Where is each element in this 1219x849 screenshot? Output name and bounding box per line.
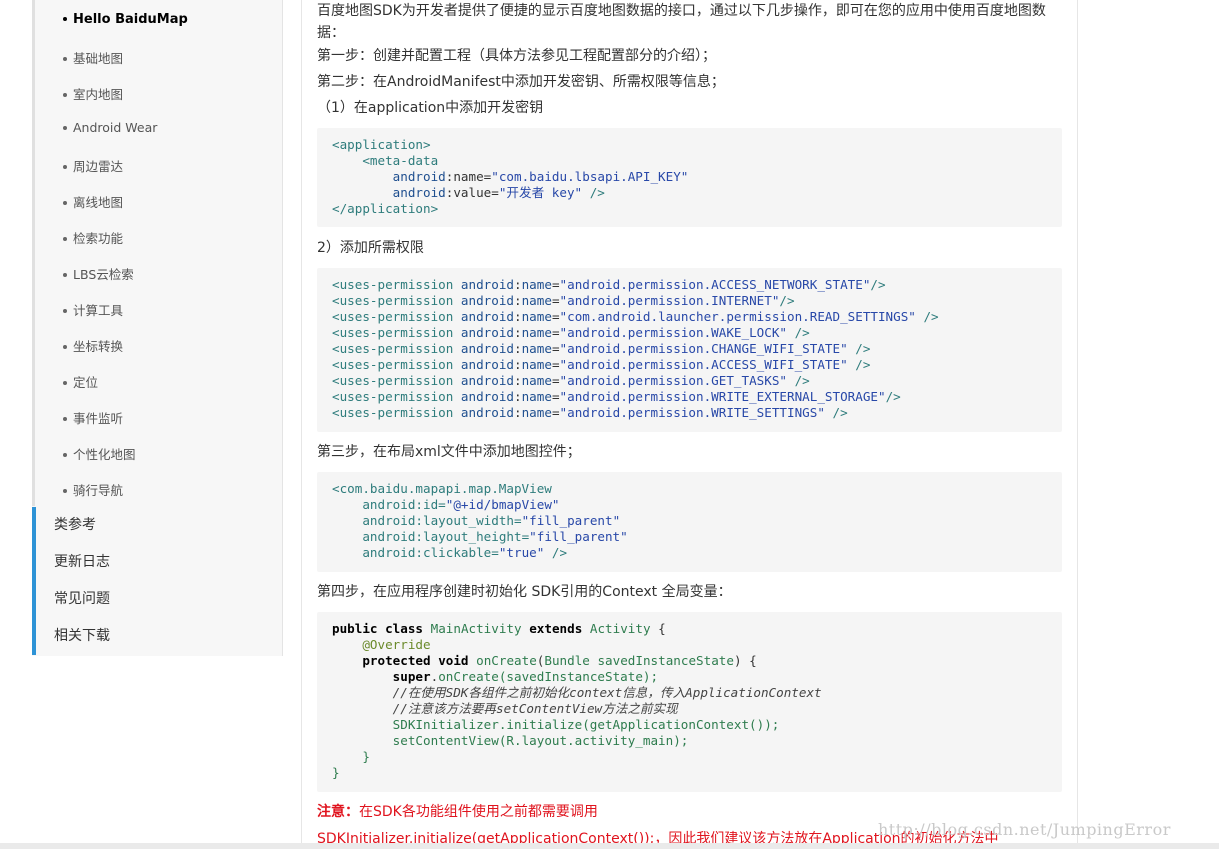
code-line: <uses-permission android:name="android.p… <box>332 405 848 420</box>
sidebar-item-downloads[interactable]: 相关下载 <box>32 618 282 655</box>
code-line: </application> <box>332 201 439 216</box>
code-line: @Override <box>362 637 431 652</box>
sidebar-item-custom-map[interactable]: 个性化地图 <box>63 444 136 463</box>
code-line: public class MainActivity extends Activi… <box>332 621 666 636</box>
sidebar-nav: Hello BaiduMap 基础地图 室内地图 Android Wear 周边… <box>32 0 283 656</box>
bullet-icon <box>63 272 67 277</box>
watermark: http://blog.csdn.net/JumpingError <box>878 820 1171 839</box>
bullet-icon <box>63 16 67 21</box>
code-line: setContentView(R.layout.activity_main); <box>392 733 689 748</box>
sidebar-item-hello-baidumap[interactable]: Hello BaiduMap <box>63 12 188 27</box>
sidebar-item-offline-map[interactable]: 离线地图 <box>63 192 123 211</box>
code-line: <uses-permission android:name="com.andro… <box>332 309 939 324</box>
bullet-icon <box>63 344 67 349</box>
sidebar-item-cycling-nav[interactable]: 骑行导航 <box>63 480 123 499</box>
step2-2-text: 2）添加所需权限 <box>317 240 424 256</box>
bullet-icon <box>63 308 67 313</box>
step4-text: 第四步，在应用程序创建时初始化 SDK引用的Context 全局变量： <box>317 584 732 600</box>
sidebar-item-class-ref[interactable]: 类参考 <box>32 507 282 544</box>
code-line: <uses-permission android:name="android.p… <box>332 325 810 340</box>
code-line: <uses-permission android:name="android.p… <box>332 373 810 388</box>
code-line: SDKInitializer.initialize(getApplication… <box>392 717 780 732</box>
step2-1-text: （1）在application中添加开发密钥 <box>317 100 544 116</box>
note-body: 在SDK各功能组件使用之前都需要调用 <box>359 804 598 820</box>
bullet-icon <box>63 125 67 130</box>
sidebar-item-faq[interactable]: 常见问题 <box>32 581 282 618</box>
bullet-icon <box>63 200 67 205</box>
content-left-border <box>301 0 302 849</box>
sidebar-item-calc-tools[interactable]: 计算工具 <box>63 300 123 319</box>
code-line: protected void onCreate(Bundle savedInst… <box>362 653 757 668</box>
sidebar-item-indoor-map[interactable]: 室内地图 <box>63 84 123 103</box>
code-line: android:layout_height="fill_parent" <box>362 529 628 544</box>
code-line: <com.baidu.mapapi.map.MapView <box>332 481 552 496</box>
bullet-icon <box>63 92 67 97</box>
code-block-mapview: <com.baidu.mapapi.map.MapView android:id… <box>317 472 1062 572</box>
sidebar-item-android-wear[interactable]: Android Wear <box>63 120 157 135</box>
code-line: <uses-permission android:name="android.p… <box>332 277 886 292</box>
bullet-icon <box>63 380 67 385</box>
code-line: } <box>362 749 370 764</box>
bullet-icon <box>63 236 67 241</box>
sidebar-item-location[interactable]: 定位 <box>63 372 98 391</box>
horizontal-scrollbar[interactable] <box>0 843 1219 849</box>
code-line: <uses-permission android:name="android.p… <box>332 357 871 372</box>
bullet-icon <box>63 488 67 493</box>
bullet-icon <box>63 416 67 421</box>
code-line: <meta-data <box>362 153 439 168</box>
bullet-icon <box>63 56 67 61</box>
code-line: <uses-permission android:name="android.p… <box>332 389 901 404</box>
intro-text: 百度地图SDK为开发者提供了便捷的显示百度地图数据的接口，通过以下几步操作，即可… <box>317 3 1046 41</box>
note-label: 注意： <box>317 804 359 820</box>
sidebar-item-coord-convert[interactable]: 坐标转换 <box>63 336 123 355</box>
code-line: <uses-permission android:name="android.p… <box>332 293 795 308</box>
step3-text: 第三步，在布局xml文件中添加地图控件； <box>317 444 581 460</box>
sub-nav-list: Hello BaiduMap 基础地图 室内地图 Android Wear 周边… <box>32 0 282 506</box>
code-line: android:clickable="true" /> <box>362 545 568 560</box>
bullet-icon <box>63 164 67 169</box>
code-line: android:name="com.baidu.lbsapi.API_KEY" <box>392 169 689 184</box>
code-line: android:value="开发者 key" /> <box>392 185 605 200</box>
code-block-permissions: <uses-permission android:name="android.p… <box>317 268 1062 432</box>
sidebar-item-changelog[interactable]: 更新日志 <box>32 544 282 581</box>
sidebar-item-lbs-cloud[interactable]: LBS云检索 <box>63 264 134 283</box>
code-block-activity: public class MainActivity extends Activi… <box>317 612 1062 792</box>
code-line: } <box>332 765 340 780</box>
code-line: super.onCreate(savedInstanceState); <box>392 669 659 684</box>
content-right-border <box>1077 0 1078 849</box>
sidebar-item-basic-map[interactable]: 基础地图 <box>63 48 123 67</box>
code-line: android:layout_width="fill_parent" <box>362 513 621 528</box>
code-line: android:id="@+id/bmapView" <box>362 497 560 512</box>
sidebar-item-search[interactable]: 检索功能 <box>63 228 123 247</box>
code-block-application: <application> <meta-data android:name="c… <box>317 128 1062 227</box>
code-line: //在使用SDK各组件之前初始化context信息，传入ApplicationC… <box>392 685 822 700</box>
step1-text: 第一步：创建并配置工程（具体方法参见工程配置部分的介绍）； <box>317 48 716 64</box>
bullet-icon <box>63 452 67 457</box>
step2-text: 第二步：在AndroidManifest中添加开发密钥、所需权限等信息； <box>317 74 725 90</box>
code-line: //注意该方法要再setContentView方法之前实现 <box>392 701 678 716</box>
code-line: <uses-permission android:name="android.p… <box>332 341 871 356</box>
sidebar-item-events[interactable]: 事件监听 <box>63 408 123 427</box>
sidebar-item-radar[interactable]: 周边雷达 <box>63 156 123 175</box>
code-line: <application> <box>332 137 431 152</box>
